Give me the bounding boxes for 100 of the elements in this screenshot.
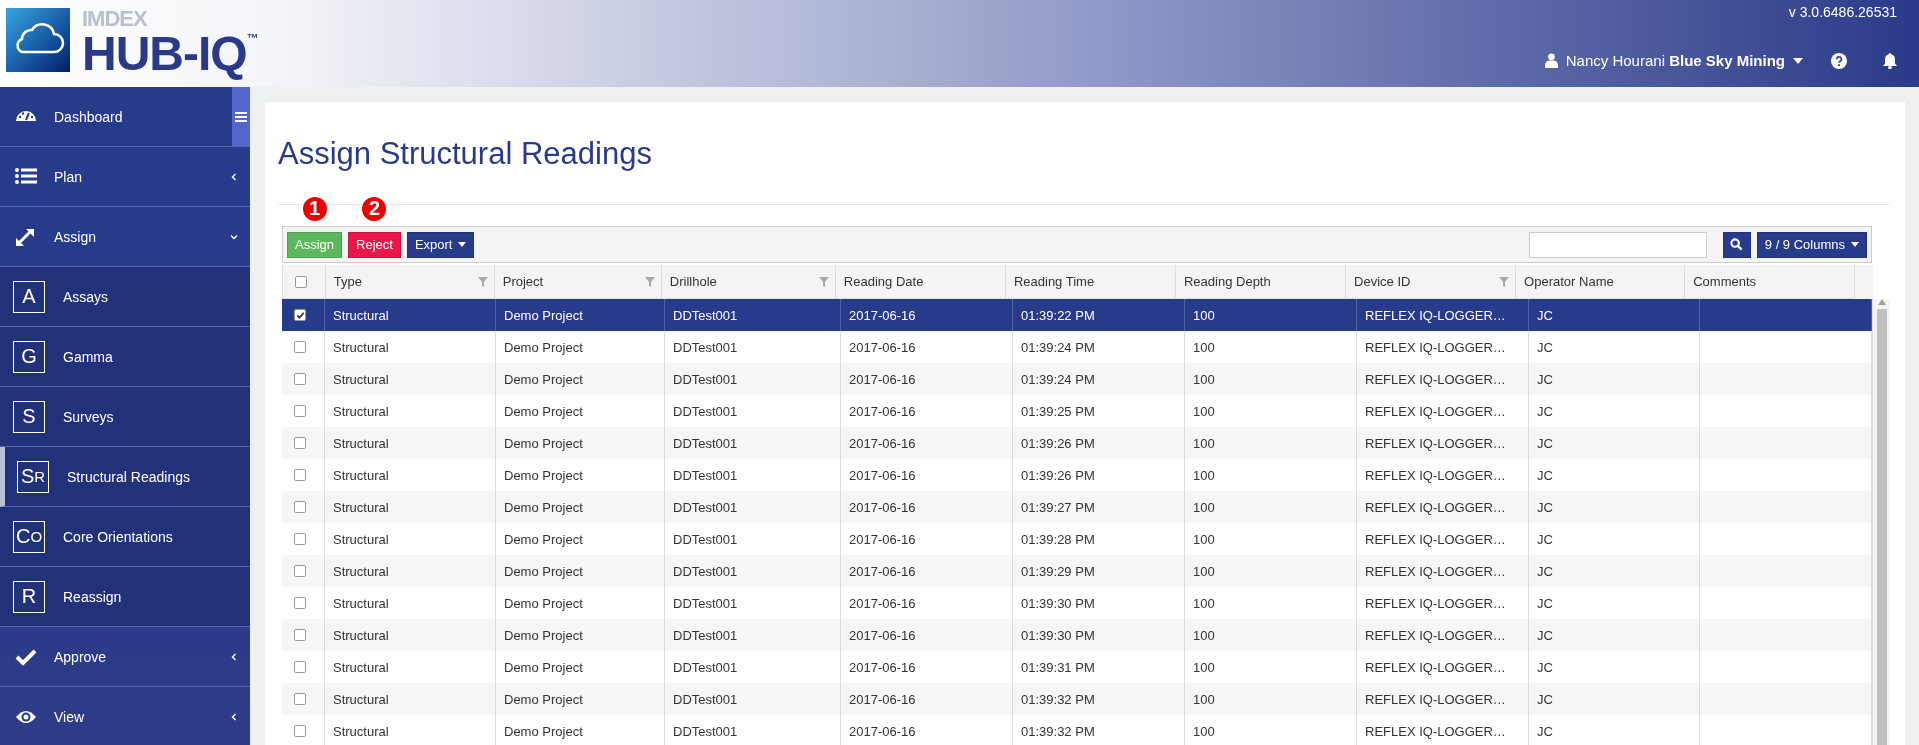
table-cell: DDTest001 bbox=[673, 435, 738, 451]
sidebar-item[interactable]: CO Core Orientations bbox=[0, 507, 250, 567]
sidebar-item[interactable]: R Reassign bbox=[0, 567, 250, 627]
sidebar-item[interactable]: S Surveys bbox=[0, 387, 250, 447]
table-cell: 2017-06-16 bbox=[849, 531, 916, 547]
table-cell: 100 bbox=[1193, 659, 1215, 675]
table-cell: Structural bbox=[333, 499, 389, 515]
table-cell: 2017-06-16 bbox=[849, 435, 916, 451]
filter-icon[interactable] bbox=[818, 277, 829, 287]
filter-icon[interactable] bbox=[477, 277, 488, 287]
table-cell: 100 bbox=[1193, 435, 1215, 451]
cloud-logo-icon bbox=[6, 8, 70, 72]
row-checkbox[interactable] bbox=[294, 693, 306, 705]
search-field[interactable] bbox=[1528, 231, 1707, 258]
table-cell: JC bbox=[1537, 435, 1553, 451]
row-checkbox[interactable] bbox=[294, 565, 306, 577]
table-cell: 01:39:28 PM bbox=[1021, 531, 1095, 547]
sidebar-toggle-button[interactable] bbox=[232, 87, 250, 146]
row-checkbox[interactable] bbox=[294, 469, 306, 481]
help-icon[interactable] bbox=[1831, 52, 1847, 69]
table-cell: 2017-06-16 bbox=[849, 371, 916, 387]
table-cell: REFLEX IQ-LOGGER… bbox=[1365, 723, 1506, 739]
sidebar-item[interactable]: Approve bbox=[0, 627, 250, 687]
step-number-badge: 1 bbox=[302, 196, 327, 221]
notification-bell-icon[interactable] bbox=[1883, 52, 1897, 69]
table-cell: JC bbox=[1537, 691, 1553, 707]
table-cell: Demo Project bbox=[504, 723, 583, 739]
table-cell: DDTest001 bbox=[673, 691, 738, 707]
list-icon bbox=[15, 166, 37, 187]
caret-icon bbox=[1793, 57, 1803, 64]
table-cell: 100 bbox=[1193, 307, 1215, 323]
table-cell: 2017-06-16 bbox=[849, 627, 916, 643]
sidebar-item[interactable]: View bbox=[0, 687, 250, 745]
row-checkbox[interactable] bbox=[294, 533, 306, 545]
table-cell: DDTest001 bbox=[673, 371, 738, 387]
table-cell: Structural bbox=[333, 659, 389, 675]
scrollbar[interactable] bbox=[1872, 299, 1890, 745]
search-button[interactable] bbox=[1722, 231, 1751, 258]
sidebar-item[interactable]: Dashboard bbox=[0, 87, 250, 147]
row-checkbox[interactable] bbox=[294, 437, 306, 449]
select-all-checkbox[interactable] bbox=[295, 275, 307, 288]
table-cell: JC bbox=[1537, 499, 1553, 515]
letter-badge-icon: SR bbox=[17, 460, 49, 493]
version-text: v 3.0.6486.26531 bbox=[1788, 4, 1897, 20]
page-title: Assign Structural Readings bbox=[278, 135, 652, 172]
table-cell: 100 bbox=[1193, 563, 1215, 579]
table-cell: Demo Project bbox=[504, 627, 583, 643]
table-cell: 100 bbox=[1193, 627, 1215, 643]
table-cell: Structural bbox=[333, 691, 389, 707]
row-checkbox[interactable] bbox=[294, 725, 306, 737]
sidebar-item[interactable]: SR Structural Readings bbox=[0, 447, 250, 507]
row-checkbox[interactable] bbox=[294, 597, 306, 609]
letter-badge-icon: R bbox=[13, 580, 45, 613]
table-cell: 01:39:24 PM bbox=[1021, 371, 1095, 387]
table-cell: 2017-06-16 bbox=[849, 595, 916, 611]
dropdown-button[interactable]: Export bbox=[406, 231, 475, 258]
sidebar-item[interactable]: G Gamma bbox=[0, 327, 250, 387]
table-cell: 2017-06-16 bbox=[849, 563, 916, 579]
columns-dropdown-button[interactable]: 9 / 9 Columns bbox=[1756, 231, 1867, 258]
table-cell: DDTest001 bbox=[673, 307, 738, 323]
table-cell: JC bbox=[1537, 307, 1553, 323]
caret-icon bbox=[458, 242, 467, 247]
filter-icon[interactable] bbox=[644, 277, 655, 287]
table-cell: 100 bbox=[1193, 467, 1215, 483]
logo-brand-text: IMDEX bbox=[82, 8, 149, 30]
table-cell: DDTest001 bbox=[673, 531, 738, 547]
diagonal-arrows-icon bbox=[15, 226, 37, 247]
row-checkbox[interactable] bbox=[294, 373, 306, 385]
row-checkbox[interactable] bbox=[294, 629, 306, 641]
row-checkbox[interactable] bbox=[294, 405, 306, 417]
table-cell: DDTest001 bbox=[673, 659, 738, 675]
row-checkbox[interactable] bbox=[294, 661, 306, 673]
table-cell: JC bbox=[1537, 467, 1553, 483]
table-cell: JC bbox=[1537, 339, 1553, 355]
table-cell: Structural bbox=[333, 531, 389, 547]
table-cell: Demo Project bbox=[504, 307, 583, 323]
user-menu[interactable]: Nancy Hourani Blue Sky Mining bbox=[1544, 52, 1803, 69]
table-cell: 100 bbox=[1193, 531, 1215, 547]
table-cell: 2017-06-16 bbox=[849, 339, 916, 355]
table-cell: REFLEX IQ-LOGGER… bbox=[1365, 435, 1506, 451]
table-cell: Demo Project bbox=[504, 403, 583, 419]
table-cell: 2017-06-16 bbox=[849, 307, 916, 323]
sidebar-item[interactable]: A Assays bbox=[0, 267, 250, 327]
logo-product-text: HUB-IQ bbox=[82, 30, 247, 78]
letter-badge-icon: A bbox=[13, 280, 45, 313]
scroll-up-icon bbox=[1877, 299, 1886, 305]
table-cell: 100 bbox=[1193, 403, 1215, 419]
table-cell: Demo Project bbox=[504, 691, 583, 707]
row-checkbox[interactable] bbox=[294, 341, 306, 353]
table-cell: Structural bbox=[333, 723, 389, 739]
table-cell: DDTest001 bbox=[673, 563, 738, 579]
filter-icon[interactable] bbox=[1499, 277, 1510, 287]
row-checkbox[interactable] bbox=[294, 309, 306, 321]
table-cell: JC bbox=[1537, 371, 1553, 387]
table-cell: 01:39:31 PM bbox=[1021, 659, 1095, 675]
table-cell: REFLEX IQ-LOGGER… bbox=[1365, 403, 1506, 419]
table-cell: 2017-06-16 bbox=[849, 499, 916, 515]
table-cell: 2017-06-16 bbox=[849, 723, 916, 739]
row-checkbox[interactable] bbox=[294, 501, 306, 513]
table-cell: 100 bbox=[1193, 499, 1215, 515]
